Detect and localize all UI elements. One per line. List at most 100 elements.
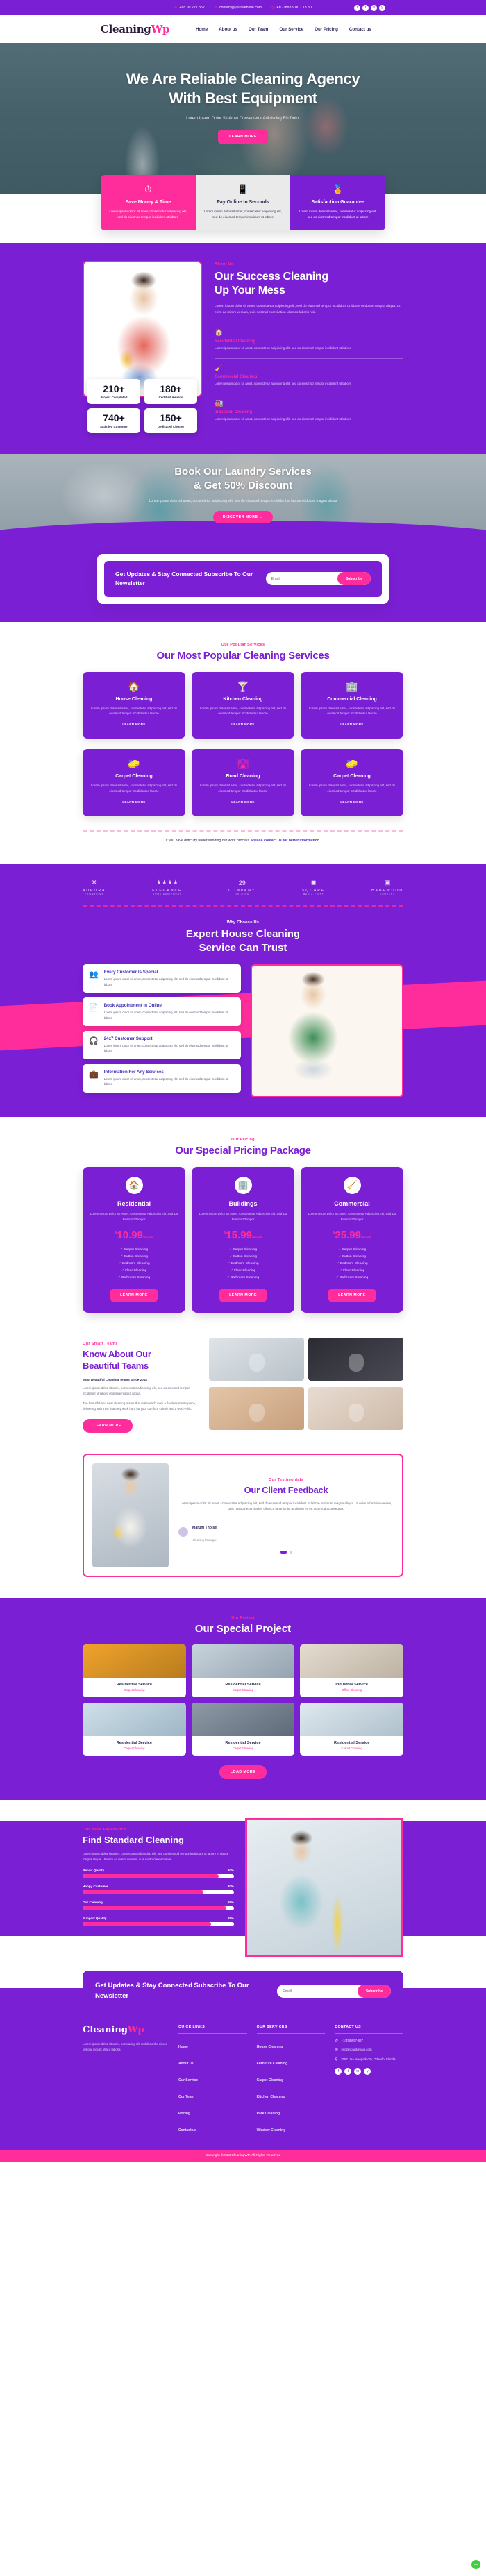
harewood-logo-icon: ▣ [384,879,391,886]
footer-quick-links-column: QUICK LINKS Home About us Our Service Ou… [178,2025,247,2139]
laundry-text: Lorem ipsum dolor sit amet, consectetur … [149,498,337,503]
why-item-support[interactable]: 🎧 24x7 Customer Support Lorem ipsum dolo… [83,1031,241,1059]
nav-item-contact[interactable]: Contact us [349,27,371,32]
twitter-icon[interactable]: t [362,4,369,11]
about-service-text: Lorem ipsum dolor sit amet, consectetur … [215,417,351,421]
project-item[interactable]: Industrial Service Office Cleaning [300,1644,403,1698]
footer-service-park[interactable]: Park Cleaning [257,2112,280,2116]
nav-item-service[interactable]: Our Service [279,27,303,32]
service-learn-more[interactable]: LEARN MORE [122,723,146,726]
twitter-icon[interactable]: t [344,2068,352,2076]
service-learn-more[interactable]: LEARN MORE [231,800,255,804]
mid-newsletter-subscribe-button[interactable]: Subscribe [337,572,371,586]
footer-link-team[interactable]: Our Team [178,2095,194,2099]
nav-item-about[interactable]: About us [219,27,237,32]
footer-service-window[interactable]: Window Cleaning [257,2128,286,2132]
topbar-phone[interactable]: ✆ +88 00 221 352 [174,6,205,10]
pricing-plan-commercial[interactable]: 🧹 Commercial Lorem Ipsum Dolor Sit Amet,… [301,1166,403,1313]
footer-service-furniture[interactable]: Furniture Cleaning [257,2062,287,2066]
linkedin-icon[interactable]: in [371,4,377,11]
team-learn-more-button[interactable]: LEARN MORE [83,1419,133,1433]
headset-icon: 🎧 [89,1037,99,1045]
why-item-every-customer[interactable]: 👥 Every Customer Is Special Lorem ipsum … [83,964,241,993]
project-item[interactable]: Residential Service Carpet Cleaning [83,1703,186,1756]
projects-section: Our Project Our Special Project Resident… [0,1598,486,1801]
pricing-plan-buildings[interactable]: 🏢 Buildings Lorem Ipsum Dolor Sit Amet, … [192,1166,294,1313]
project-subtitle: Carpet Cleaning [232,1688,254,1692]
about-service-industrial: 🏭 Industrail Cleaning Lorem ipsum dolor … [215,394,403,422]
counter-number: 180+ [160,383,182,395]
nav-item-pricing[interactable]: Our Pricing [315,27,338,32]
feature-title: Pay Online In Seconds [217,200,269,205]
project-item[interactable]: Residential Service Carpet Cleaning [191,1644,295,1698]
footer-contact-phone[interactable]: ✆ +1(456)657-887 [335,2039,403,2044]
dot-active[interactable] [280,1550,287,1554]
load-more-button[interactable]: LOAD MORE [219,1765,267,1780]
project-item[interactable]: Residential Service Carpet Cleaning [191,1703,295,1756]
why-item-text: Lorem ipsum dolor sit amet, consectetur … [103,1044,228,1053]
feature-card-satisfaction[interactable]: 🏅 Satisfaction Guarantee Lorem ipsum dol… [290,175,385,231]
facebook-icon[interactable]: f [335,2068,342,2076]
service-learn-more[interactable]: LEARN MORE [122,800,146,804]
bar-value: 95% [227,1900,234,1904]
industrial-icon: 🏭 [215,400,224,408]
mid-newsletter-email-input[interactable] [265,576,337,581]
service-card-house[interactable]: 🏠 House Cleaning Lorem ipsum dolor sit a… [83,671,185,739]
feature-card-save-money[interactable]: ⏱ Save Money & Time Lorem ipsum dolor si… [101,175,196,231]
youtube-icon[interactable]: y [379,4,385,11]
youtube-icon[interactable]: y [364,2068,371,2076]
footer-newsletter-email-input[interactable] [277,1989,358,1994]
service-title: Carpet Cleaning [115,774,153,780]
service-card-carpet-2[interactable]: 🧽 Carpet Cleaning Lorem ipsum dolor sit … [301,749,403,817]
footer-newsletter-subscribe-button[interactable]: Subscribe [357,1985,391,1998]
plan-learn-more-button[interactable]: LEARN MORE [110,1288,158,1302]
hero-learn-more-button[interactable]: LEARN MORE [218,130,268,144]
service-card-carpet-1[interactable]: 🧽 Carpet Cleaning Lorem ipsum dolor sit … [83,749,185,817]
footer-link-home[interactable]: Home [178,2045,188,2049]
back-to-top-button[interactable]: ✛ [471,2560,480,2569]
footer-service-house[interactable]: House Cleaning [257,2045,283,2049]
footer-contact-email[interactable]: ✉ info@yourdomain.com [335,2048,403,2053]
service-card-road[interactable]: 🛣 Road Cleaning Lorem ipsum dolor sit am… [192,749,294,817]
discover-more-button[interactable]: DISCOVER MORE → [212,511,274,524]
why-item-book-appointment[interactable]: 📄 Book Appointment In Online Lorem ipsum… [83,997,241,1026]
service-learn-more[interactable]: LEARN MORE [340,723,364,726]
service-learn-more[interactable]: LEARN MORE [231,723,255,726]
footer-newsletter-title: Get Updates & Stay Connected Subscribe T… [95,1982,249,2000]
footer-link-contact[interactable]: Contact us [178,2128,196,2132]
topbar-email[interactable]: ✉ contact@yourwebsite.com [215,6,262,10]
about-text-column: About Us Our Success Cleaning Up Your Me… [215,261,403,433]
feature-text: Lorem ipsum dolor sit amet, consectetur … [204,210,282,219]
aurora-logo-icon: ✕ [91,879,97,886]
footer-service-kitchen[interactable]: Kitchen Cleaning [257,2095,285,2099]
team-photo [209,1337,304,1381]
contact-link[interactable]: Please contact us for better information… [251,839,320,843]
why-item-information[interactable]: 💼 Information For Any Services Lorem ips… [83,1063,241,1093]
service-card-commercial[interactable]: 🏢 Commercial Cleaning Lorem ipsum dolor … [301,671,403,739]
dot[interactable] [289,1550,292,1554]
team-eyebrow: Our Smart Teams [83,1341,118,1346]
feature-card-pay-online[interactable]: 📱 Pay Online In Seconds Lorem ipsum dolo… [195,175,291,231]
service-learn-more[interactable]: LEARN MORE [340,800,364,804]
project-item[interactable]: Residential Service Carpet Cleaning [83,1644,186,1698]
testimonial-pagination-dots[interactable] [178,1550,394,1554]
plan-learn-more-button[interactable]: LEARN MORE [328,1288,376,1302]
project-item[interactable]: Residential Service Carpet Cleaning [300,1703,403,1756]
footer-link-service[interactable]: Our Service [178,2078,198,2082]
nav-item-home[interactable]: Home [196,27,208,32]
team-photo-grid [209,1337,403,1433]
linkedin-icon[interactable]: in [354,2068,362,2076]
plan-learn-more-button[interactable]: LEARN MORE [219,1288,267,1302]
avatar [178,1526,188,1537]
pricing-plan-residential[interactable]: 🏠 Residential Lorem Ipsum Dolor Sit Amet… [83,1166,185,1313]
nav-item-team[interactable]: Our Team [249,27,268,32]
footer-link-about[interactable]: About us [178,2062,194,2066]
service-text: Lorem ipsum dolor sit amet, consectetur … [308,706,396,716]
footer-service-carpet[interactable]: Carpet Cleaning [257,2078,283,2082]
service-card-kitchen[interactable]: 🍸 Kitchen Cleaning Lorem ipsum dolor sit… [192,671,294,739]
why-item-text: Lorem ipsum dolor sit amet, consectetur … [103,1077,228,1086]
site-logo[interactable]: CleaningWp [101,23,170,35]
footer-link-pricing[interactable]: Pricing [178,2112,190,2116]
footer-logo[interactable]: CleaningWp [83,2025,169,2035]
facebook-icon[interactable]: f [354,4,360,11]
